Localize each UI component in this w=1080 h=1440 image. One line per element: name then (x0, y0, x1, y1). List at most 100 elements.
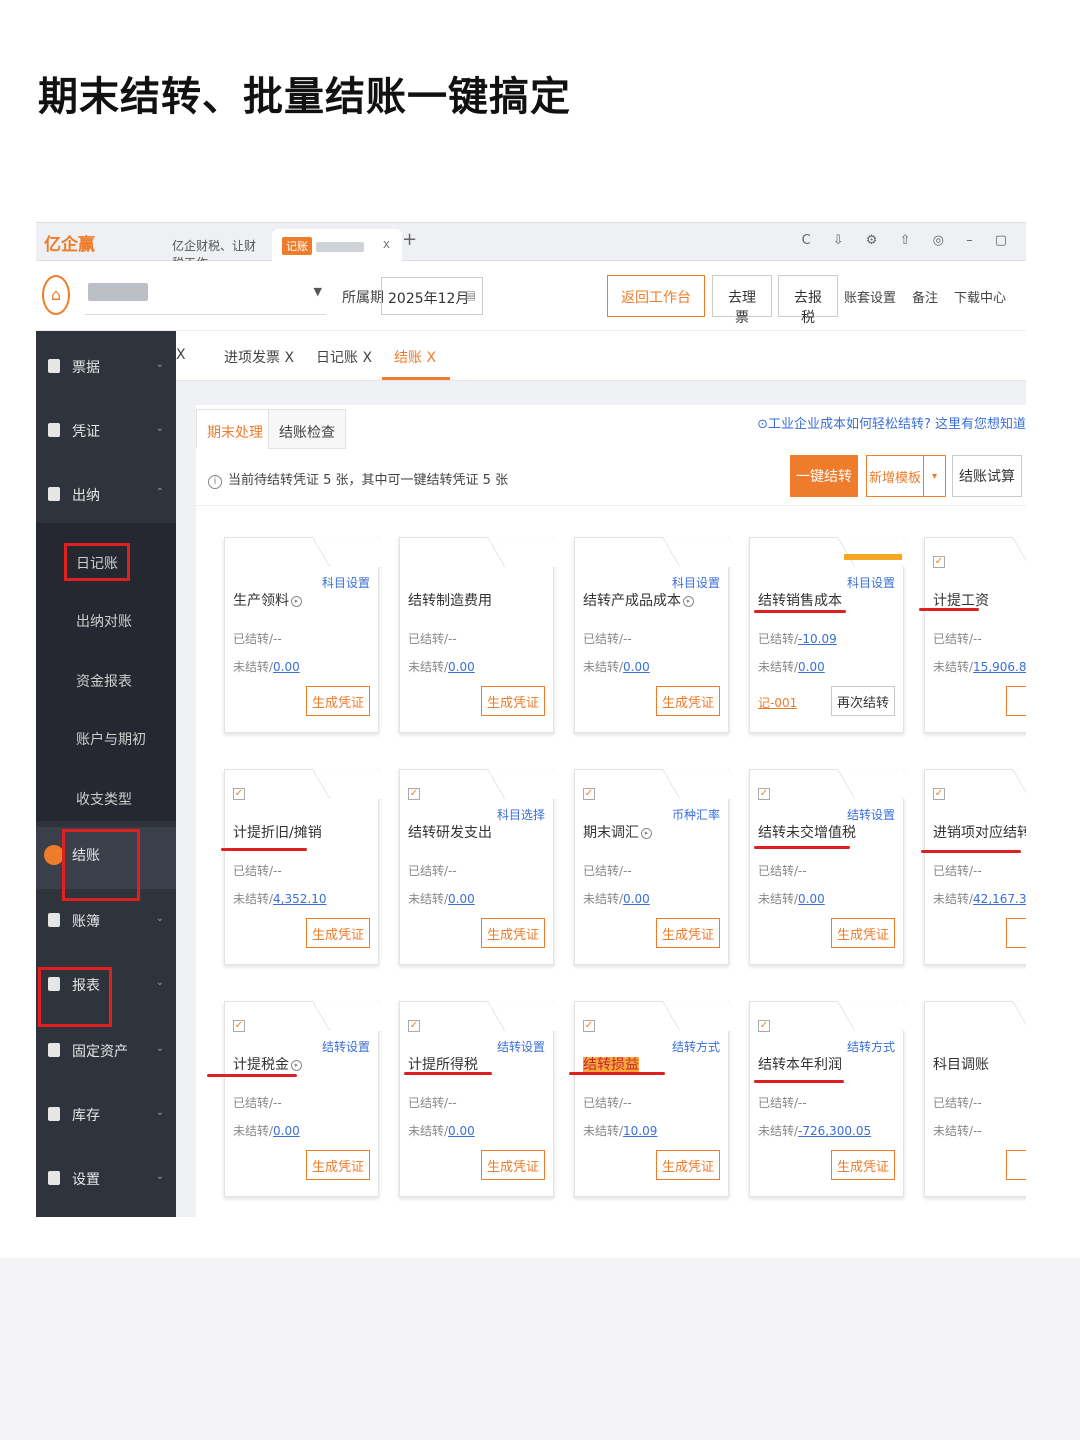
close-icon[interactable]: x (383, 237, 390, 251)
pending-value[interactable]: 0.00 (448, 660, 475, 674)
generate-voucher-button[interactable]: 生成凭证 (481, 918, 545, 948)
card-checkbox[interactable]: ✓ (408, 788, 420, 800)
pending-value[interactable]: -726,300.05 (798, 1124, 871, 1138)
play-icon[interactable]: ▸ (683, 595, 694, 607)
sidebar-sub-account-opening[interactable]: 账户与期初 (76, 729, 146, 749)
tab-input-invoice[interactable]: 进项发票 X (224, 347, 294, 367)
transfer-card: ✓ 结转设置 结转未交增值税 已结转/-- 未结转/0.00 生成凭证 (749, 769, 921, 965)
generate-voucher-button[interactable]: 生成凭证 (656, 686, 720, 716)
sidebar-sub-income-type[interactable]: 收支类型 (76, 789, 132, 809)
pending-value[interactable]: 0.00 (623, 892, 650, 906)
pending-value[interactable]: 0.00 (798, 660, 825, 674)
card-config-link[interactable]: 科目设置 (847, 574, 895, 591)
card-pending: 未结转/0.00 (583, 890, 650, 907)
home-icon[interactable]: ⌂ (42, 275, 70, 315)
generate-voucher-button[interactable]: 生成凭证 (656, 1150, 720, 1180)
tab-closing[interactable]: 结账 X (394, 347, 436, 367)
pending-value[interactable]: 4,352.10 (273, 892, 326, 906)
generate-voucher-button[interactable]: 生成凭证 (306, 686, 370, 716)
template-dropdown-button[interactable]: ▾ (924, 455, 946, 497)
subtab-period-end[interactable]: 期末处理 (196, 409, 274, 449)
play-icon[interactable]: ▸ (291, 1059, 302, 1071)
tab-journal[interactable]: 日记账 X (316, 347, 372, 367)
card-config-link[interactable]: 科目选择 (497, 806, 545, 823)
retransfer-button[interactable]: 再次结转 (831, 686, 895, 716)
pending-value[interactable]: 10.09 (623, 1124, 657, 1138)
trial-closing-button[interactable]: 结账试算 (952, 455, 1022, 497)
generate-voucher-button[interactable]: 生成凭证 (831, 1150, 895, 1180)
card-checkbox[interactable]: ✓ (933, 556, 945, 568)
card-pending: 未结转/0.00 (758, 890, 825, 907)
download-center-link[interactable]: 下载中心 (954, 287, 1006, 306)
note-link[interactable]: 备注 (912, 287, 938, 306)
generate-voucher-button[interactable]: 生成凭证 (656, 918, 720, 948)
manage-invoice-button[interactable]: 去理票 (712, 275, 772, 326)
card-config-link[interactable]: 结转设置 (497, 1038, 545, 1055)
card-config-link[interactable]: 结转设置 (322, 1038, 370, 1055)
card-config-link[interactable]: 结转方式 (672, 1038, 720, 1055)
card-checkbox[interactable]: ✓ (408, 1020, 420, 1032)
card-config-link[interactable]: 科目设置 (322, 574, 370, 591)
pending-value[interactable]: 0.00 (273, 660, 300, 674)
sidebar-item-ledger[interactable]: 账簿 ⌄ (36, 893, 176, 949)
pending-value[interactable]: 0.00 (623, 660, 650, 674)
pending-value[interactable]: 0.00 (798, 892, 825, 906)
browser-tab-bookkeeping[interactable]: 记账 x (272, 229, 402, 261)
sidebar-sub-cashier-reconcile[interactable]: 出纳对账 (76, 611, 132, 631)
pending-value[interactable]: 0.00 (273, 1124, 300, 1138)
sidebar-sub-fund-report[interactable]: 资金报表 (76, 671, 132, 691)
pending-value[interactable]: 42,167.31 (973, 892, 1026, 906)
generate-voucher-button[interactable]: 生成凭证 (831, 918, 895, 948)
sidebar: 票据 ⌄ 凭证 ⌄ 出纳 ⌃ 日记账 出纳对账 资金报表 账户与期初 收支类型 … (36, 331, 176, 1217)
card-checkbox[interactable]: ✓ (583, 1020, 595, 1032)
pending-value[interactable]: 0.00 (448, 892, 475, 906)
generate-voucher-button[interactable]: 生成凭证 (481, 1150, 545, 1180)
new-tab-icon[interactable]: + (402, 229, 417, 250)
sidebar-item-voucher[interactable]: 凭证 ⌄ (36, 403, 176, 459)
gear-icon (48, 1171, 60, 1185)
card-checkbox[interactable]: ✓ (758, 1020, 770, 1032)
annotation-box-reports (38, 967, 112, 1027)
one-click-transfer-button[interactable]: 一键结转 (790, 455, 858, 497)
card-checkbox[interactable]: ✓ (233, 1020, 245, 1032)
play-icon[interactable]: ▸ (291, 595, 302, 607)
card-checkbox[interactable]: ✓ (233, 788, 245, 800)
sidebar-item-fixed-assets[interactable]: 固定资产 ⌄ (36, 1023, 176, 1079)
generate-voucher-button[interactable]: 生 (1006, 1150, 1026, 1180)
window-controls[interactable]: C ⇩ ⚙ ⇧ ◎ – ▢ (802, 233, 1016, 248)
card-checkbox[interactable]: ✓ (583, 788, 595, 800)
play-icon[interactable]: ▸ (641, 827, 652, 839)
transferred-value[interactable]: -10.09 (798, 632, 837, 646)
sidebar-item-inventory[interactable]: 库存 ⌄ (36, 1087, 176, 1143)
tab-previous[interactable]: X (176, 347, 186, 363)
card-config-link[interactable]: 结转设置 (847, 806, 895, 823)
sidebar-item-cashier[interactable]: 出纳 ⌃ (36, 467, 176, 523)
pending-value[interactable]: 15,906.86 (973, 660, 1026, 674)
card-transferred: 已结转/-- (408, 862, 457, 879)
generate-voucher-button[interactable]: 生成凭证 (306, 918, 370, 948)
card-config-link[interactable]: 科目设置 (672, 574, 720, 591)
period-picker[interactable]: 2025年12月 ▤ (381, 277, 483, 315)
account-settings-link[interactable]: 账套设置 (844, 287, 896, 306)
voucher-link[interactable]: 记-001 (758, 694, 797, 711)
pending-value[interactable]: 0.00 (448, 1124, 475, 1138)
help-link[interactable]: ⊙工业企业成本如何轻松结转? 这里有您想知道 (757, 413, 1026, 432)
generate-voucher-button[interactable]: 生 (1006, 918, 1026, 948)
generate-voucher-button[interactable]: 生成凭证 (481, 686, 545, 716)
generate-voucher-button[interactable]: 生成凭证 (306, 1150, 370, 1180)
generate-voucher-button[interactable]: 生 (1006, 686, 1026, 716)
subtab-closing-check[interactable]: 结账检查 (268, 409, 346, 449)
card-checkbox[interactable]: ✓ (758, 788, 770, 800)
card-folder-tab (662, 769, 746, 799)
card-config-link[interactable]: 结转方式 (847, 1038, 895, 1055)
sidebar-item-settings[interactable]: 设置 ⌄ (36, 1151, 176, 1207)
file-tax-button[interactable]: 去报税 (778, 275, 838, 326)
card-config-link[interactable]: 币种汇率 (672, 806, 720, 823)
company-selector[interactable]: ▼ (84, 275, 326, 315)
card-title-text: 结转产成品成本 (583, 593, 681, 609)
sidebar-item-bills[interactable]: 票据 ⌄ (36, 339, 176, 395)
return-workbench-button[interactable]: 返回工作台 (607, 275, 705, 317)
card-checkbox[interactable]: ✓ (933, 788, 945, 800)
browser-tab-home[interactable]: 亿企财税、让财税工作 (162, 229, 272, 270)
new-template-button[interactable]: 新增模板 (866, 455, 924, 497)
